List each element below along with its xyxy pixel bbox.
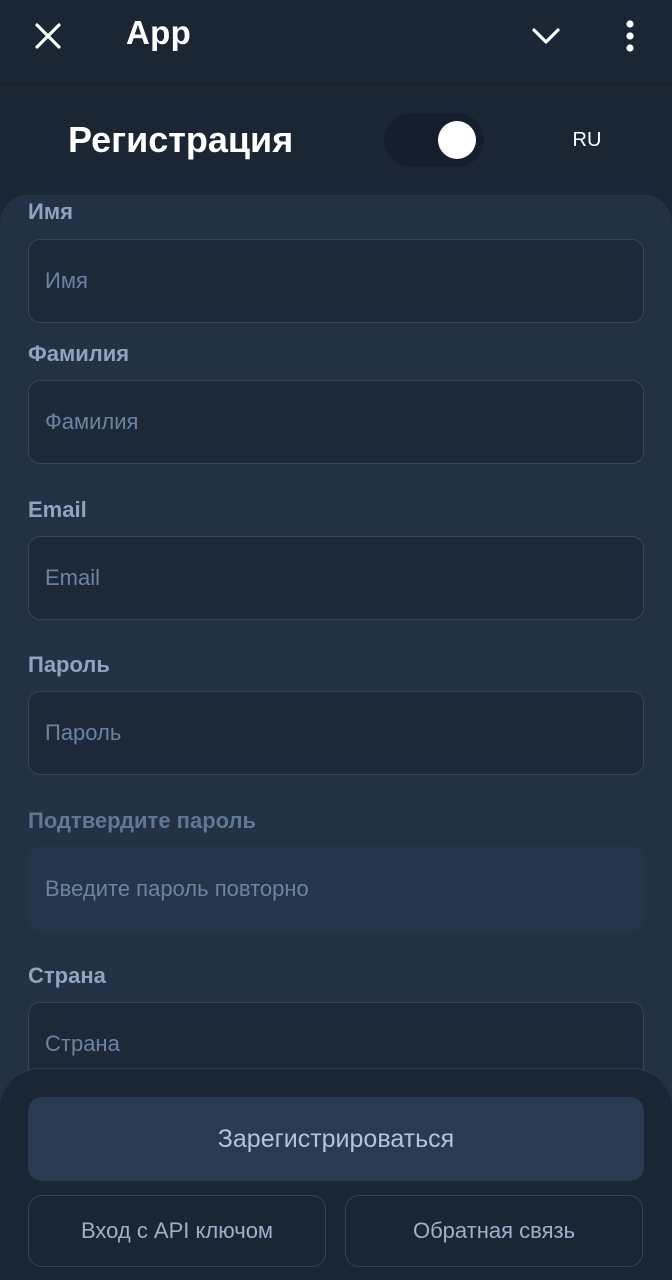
first-name-input[interactable] [28,239,644,323]
bottom-action-panel: Зарегистрироваться Вход с API ключом Обр… [0,1068,672,1280]
app-bar: App [0,0,672,84]
toggle-knob [438,121,476,159]
password-input[interactable] [28,691,644,775]
theme-toggle[interactable] [384,113,484,167]
register-button[interactable]: Зарегистрироваться [28,1097,644,1181]
confirm-password-input[interactable] [28,847,644,931]
country-label: Страна [28,963,106,988]
page-title: Регистрация [68,119,294,160]
registration-header: Регистрация RU [0,85,672,195]
last-name-input[interactable] [28,380,644,464]
confirm-password-label: Подтвердите пароль [28,808,257,833]
more-vertical-icon [626,20,634,52]
last-name-label: Фамилия [28,341,130,366]
first-name-label: Имя [28,199,73,224]
close-icon [35,23,61,49]
feedback-button[interactable]: Обратная связь [345,1195,643,1267]
more-menu-button[interactable] [606,12,654,60]
collapse-button[interactable] [522,12,570,60]
close-button[interactable] [24,12,72,60]
email-label: Email [28,497,87,522]
api-key-login-button[interactable]: Вход с API ключом [28,1195,326,1267]
language-selector[interactable]: RU [560,115,614,165]
password-label: Пароль [28,652,110,677]
app-title: App [126,14,192,51]
chevron-down-icon [532,28,560,44]
email-input[interactable] [28,536,644,620]
